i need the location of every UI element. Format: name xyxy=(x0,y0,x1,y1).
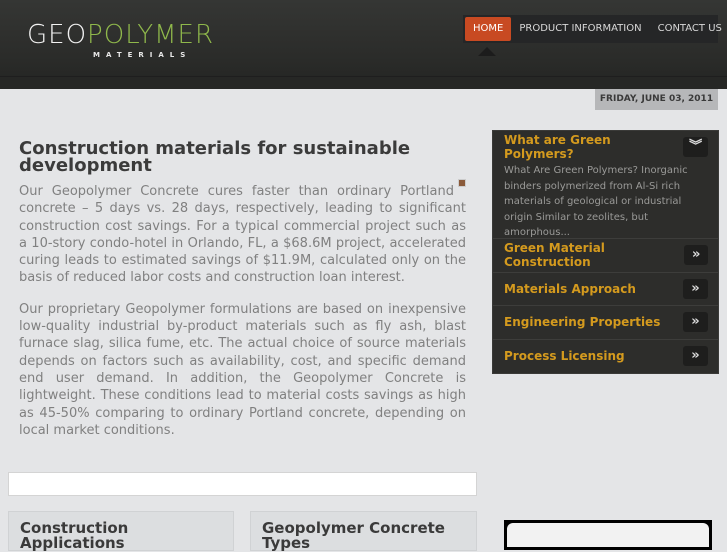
accordion-title: Process Licensing xyxy=(504,348,625,363)
chevron-double-down-icon[interactable]: ︾ xyxy=(683,137,708,157)
accordion-title: What are Green Polymers? xyxy=(504,133,611,161)
nav-contact-us[interactable]: CONTACT US xyxy=(650,17,727,41)
formulation-paragraph: Our proprietary Geopolymer formulations … xyxy=(19,301,466,438)
accordion-title: Materials Approach xyxy=(504,281,636,296)
logo-materials: MATERIALS xyxy=(93,51,192,59)
image-icon xyxy=(458,179,466,187)
chevron-double-right-icon[interactable]: » xyxy=(683,278,708,299)
accordion-title: Engineering Properties xyxy=(504,315,661,330)
empty-bar xyxy=(8,472,477,496)
nav-home[interactable]: HOME xyxy=(465,17,512,41)
accordion-item-green-polymers[interactable]: What are Green Polymers? ︾ xyxy=(493,131,718,163)
concrete-samples-image xyxy=(504,520,712,550)
intro-text: Our Geopolymer Concrete cures faster tha… xyxy=(19,184,466,286)
construction-applications-box[interactable]: Construction Applications xyxy=(8,511,234,551)
header-band xyxy=(0,76,727,89)
main-nav: HOME PRODUCT INFORMATION CONTACT US xyxy=(463,15,722,43)
accordion-item-materials-approach[interactable]: Materials Approach » xyxy=(493,271,718,306)
date-tab: FRIDAY, JUNE 03, 2011 xyxy=(595,89,718,110)
chevron-double-right-icon[interactable]: » xyxy=(683,345,708,366)
accordion-item-engineering-properties[interactable]: Engineering Properties » xyxy=(493,305,718,339)
logo-geo: GEO xyxy=(27,20,88,50)
accordion-title: Green Material Construction xyxy=(504,241,605,270)
nav-pointer-icon xyxy=(478,47,496,56)
sidebar-accordion: What are Green Polymers? ︾ What Are Green… xyxy=(492,130,719,374)
logo[interactable]: GEOPOLYMER MATERIALS xyxy=(27,20,215,59)
intro-paragraph: Our Geopolymer Concrete cures faster tha… xyxy=(19,179,466,287)
accordion-item-green-material-construction[interactable]: Green Material Construction » xyxy=(493,238,718,272)
main-content: Construction materials for sustainable d… xyxy=(19,140,466,439)
concrete-types-box[interactable]: Geopolymer Concrete Types xyxy=(250,511,477,551)
accordion-item-process-licensing[interactable]: Process Licensing » xyxy=(493,338,718,373)
logo-polymer: POLYMER xyxy=(87,20,215,50)
accordion-excerpt: What Are Green Polymers? Inorganic binde… xyxy=(504,165,688,238)
chevron-double-right-icon[interactable]: » xyxy=(683,312,708,333)
chevron-double-right-icon[interactable]: » xyxy=(684,245,708,266)
nav-product-information[interactable]: PRODUCT INFORMATION xyxy=(511,17,649,41)
page-title: Construction materials for sustainable d… xyxy=(19,138,411,176)
header: GEOPOLYMER MATERIALS HOME PRODUCT INFORM… xyxy=(0,0,727,89)
